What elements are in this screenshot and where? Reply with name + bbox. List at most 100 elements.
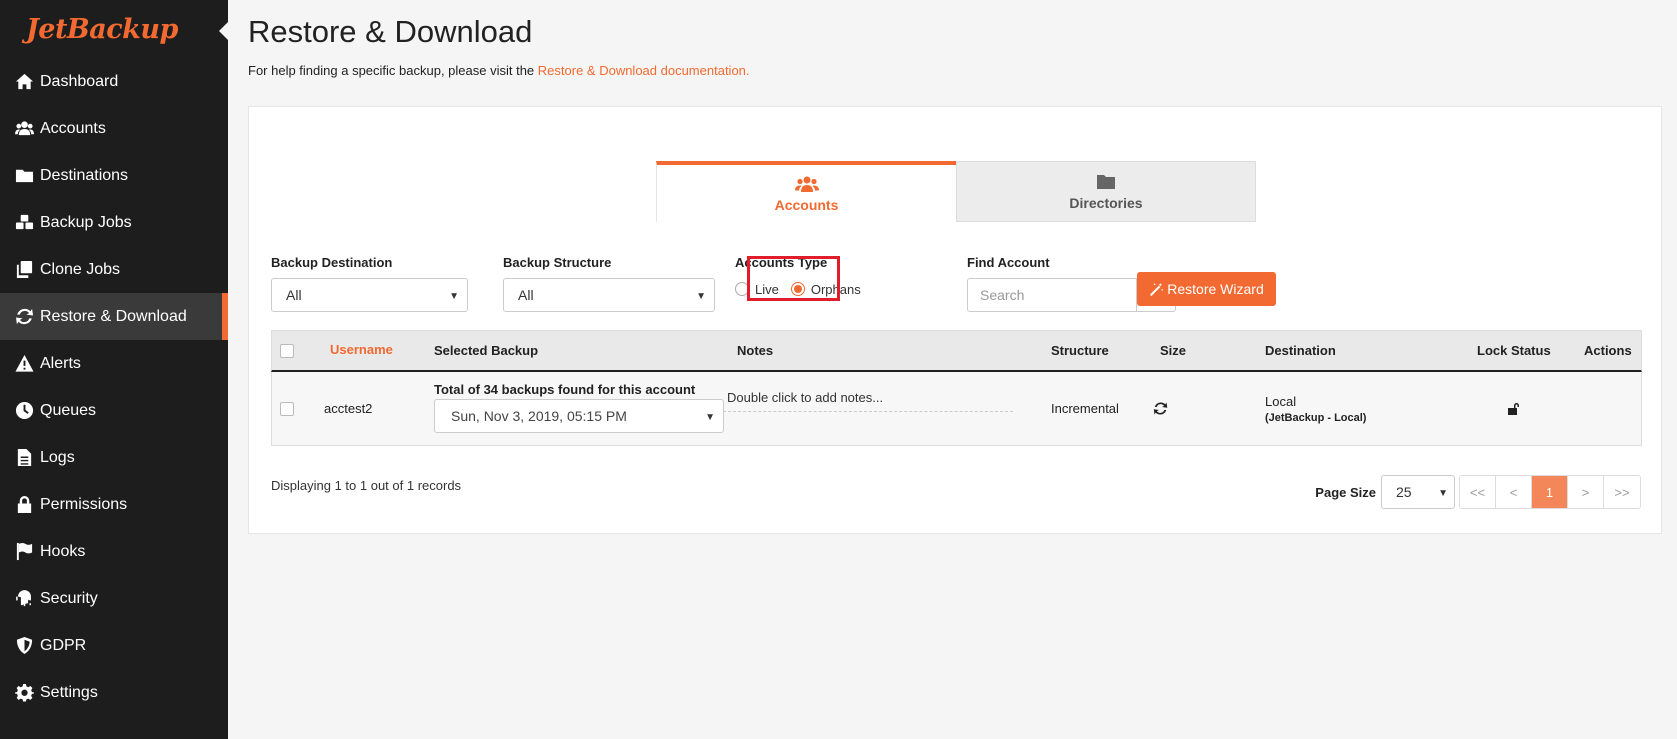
sidebar-item-label: Queues	[40, 401, 97, 419]
prev-page-button[interactable]: <	[1496, 476, 1532, 508]
row-select-cell	[280, 372, 294, 445]
sidebar-item-label: Restore & Download	[40, 307, 187, 325]
sidebar-notch	[219, 22, 228, 40]
folder-icon	[13, 166, 35, 186]
caret-down-icon: ▼	[705, 412, 715, 423]
page-title: Restore & Download	[248, 14, 533, 49]
tab-directories[interactable]: Directories	[956, 161, 1256, 222]
cell-size	[1153, 372, 1168, 445]
select-value: All	[518, 287, 534, 303]
filter-bar: Backup Destination All ▼ Backup Structur…	[271, 255, 1661, 315]
th-size: Size	[1160, 343, 1187, 358]
page-buttons: << < 1 > >>	[1459, 475, 1641, 509]
sidebar-item-security[interactable]: Security	[0, 575, 228, 622]
select-value: Sun, Nov 3, 2019, 05:15 PM	[451, 408, 627, 424]
help-text: For help finding a specific backup, plea…	[248, 63, 1677, 78]
sidebar-item-clone-jobs[interactable]: Clone Jobs	[0, 246, 228, 293]
select-all-cell	[280, 331, 294, 370]
cell-structure: Incremental	[1051, 401, 1119, 416]
lock-icon	[13, 495, 35, 515]
tab-label: Accounts	[774, 196, 839, 213]
radio-button[interactable]	[790, 282, 805, 296]
sidebar-item-alerts[interactable]: Alerts	[0, 340, 228, 387]
destination-detail: (JetBackup - Local)	[1265, 411, 1367, 424]
first-page-button[interactable]: <<	[1460, 476, 1496, 508]
backup-structure-select[interactable]: All ▼	[503, 278, 715, 312]
documentation-link[interactable]: Restore & Download documentation.	[538, 63, 750, 78]
radio-live[interactable]: Live	[735, 282, 779, 297]
sidebar-item-accounts[interactable]: Accounts	[0, 105, 228, 152]
restore-wizard-label: Restore Wizard	[1167, 281, 1264, 297]
caret-down-icon: ▼	[696, 291, 706, 302]
cell-selected-backup: Total of 34 backups found for this accou…	[434, 382, 724, 433]
sidebar-item-settings[interactable]: Settings	[0, 669, 228, 716]
select-value: 25	[1396, 484, 1412, 500]
next-page-button[interactable]: >	[1568, 476, 1604, 508]
sidebar-item-label: Security	[40, 589, 98, 607]
sidebar-item-label: Destinations	[40, 166, 129, 184]
cubes-icon	[13, 213, 35, 233]
select-all-checkbox[interactable]	[280, 343, 294, 358]
sidebar-item-label: Dashboard	[40, 72, 119, 90]
logo[interactable]: JetBackup	[0, 0, 228, 58]
backup-structure-filter: Backup Structure All ▼	[503, 255, 715, 312]
sidebar-item-logs[interactable]: Logs	[0, 434, 228, 481]
sidebar-item-dashboard[interactable]: Dashboard	[0, 58, 228, 105]
sidebar-item-restore-download[interactable]: Restore & Download	[0, 293, 228, 340]
sidebar-item-label: Hooks	[40, 542, 86, 560]
accounts-type-radios: Live Orphans	[735, 276, 873, 302]
fingerprint-icon	[13, 589, 35, 609]
sidebar-item-label: Settings	[40, 683, 98, 701]
th-destination: Destination	[1265, 343, 1336, 358]
tab-label: Directories	[1069, 194, 1143, 211]
th-actions: Actions	[1584, 343, 1632, 358]
caret-down-icon: ▼	[1438, 488, 1448, 499]
page-1-button[interactable]: 1	[1532, 476, 1568, 508]
records-info: Displaying 1 to 1 out of 1 records	[271, 478, 462, 493]
refresh-icon[interactable]	[1153, 401, 1168, 416]
cell-lock-status	[1507, 372, 1521, 445]
sidebar-item-queues[interactable]: Queues	[0, 387, 228, 434]
tab-accounts[interactable]: Accounts	[656, 161, 956, 222]
caret-down-icon: ▼	[449, 291, 459, 302]
backup-destination-select[interactable]: All ▼	[271, 278, 468, 312]
table-header: Username Selected Backup Notes Structure…	[271, 330, 1642, 372]
sidebar-item-permissions[interactable]: Permissions	[0, 481, 228, 528]
refresh-icon	[13, 307, 35, 327]
unlock-icon[interactable]	[1507, 402, 1521, 416]
radio-orphans[interactable]: Orphans	[790, 282, 861, 297]
sidebar-item-gdpr[interactable]: GDPR	[0, 622, 228, 669]
sidebar-nav: Dashboard Accounts Destinations Backup J…	[0, 58, 228, 716]
pagination: Page Size 25 ▼ << < 1 > >>	[1315, 475, 1641, 509]
filter-label: Find Account	[967, 255, 1050, 270]
cell-username: acctest2	[324, 401, 373, 416]
backup-select[interactable]: Sun, Nov 3, 2019, 05:15 PM ▼	[434, 399, 724, 433]
sidebar-item-label: Alerts	[40, 354, 81, 372]
sidebar-item-hooks[interactable]: Hooks	[0, 528, 228, 575]
page-size-select[interactable]: 25 ▼	[1381, 475, 1455, 509]
th-selected-backup: Selected Backup	[434, 343, 539, 358]
th-username[interactable]: Username	[330, 331, 393, 367]
backup-destination-filter: Backup Destination All ▼	[271, 255, 468, 312]
sidebar-item-label: GDPR	[40, 636, 87, 654]
last-page-button[interactable]: >>	[1604, 476, 1640, 508]
users-icon	[794, 176, 819, 192]
filter-label: Backup Structure	[503, 255, 612, 270]
users-icon	[13, 119, 35, 139]
shield-icon	[13, 636, 35, 656]
row-checkbox[interactable]	[280, 401, 294, 416]
th-notes: Notes	[737, 343, 774, 358]
notes-field[interactable]: Double click to add notes...	[723, 390, 1013, 412]
radio-label: Live	[755, 281, 779, 297]
radio-button[interactable]	[735, 282, 749, 296]
search-input[interactable]	[967, 278, 1137, 312]
sidebar-item-destinations[interactable]: Destinations	[0, 152, 228, 199]
sidebar-item-label: Logs	[40, 448, 75, 466]
gear-icon	[13, 683, 35, 703]
file-icon	[13, 448, 35, 468]
backup-count: Total of 34 backups found for this accou…	[434, 382, 696, 397]
sidebar-item-backup-jobs[interactable]: Backup Jobs	[0, 199, 228, 246]
restore-panel: Accounts Directories Backup Destination …	[248, 106, 1662, 534]
restore-wizard-button[interactable]: Restore Wizard	[1137, 272, 1276, 306]
destination-name: Local	[1265, 393, 1297, 409]
